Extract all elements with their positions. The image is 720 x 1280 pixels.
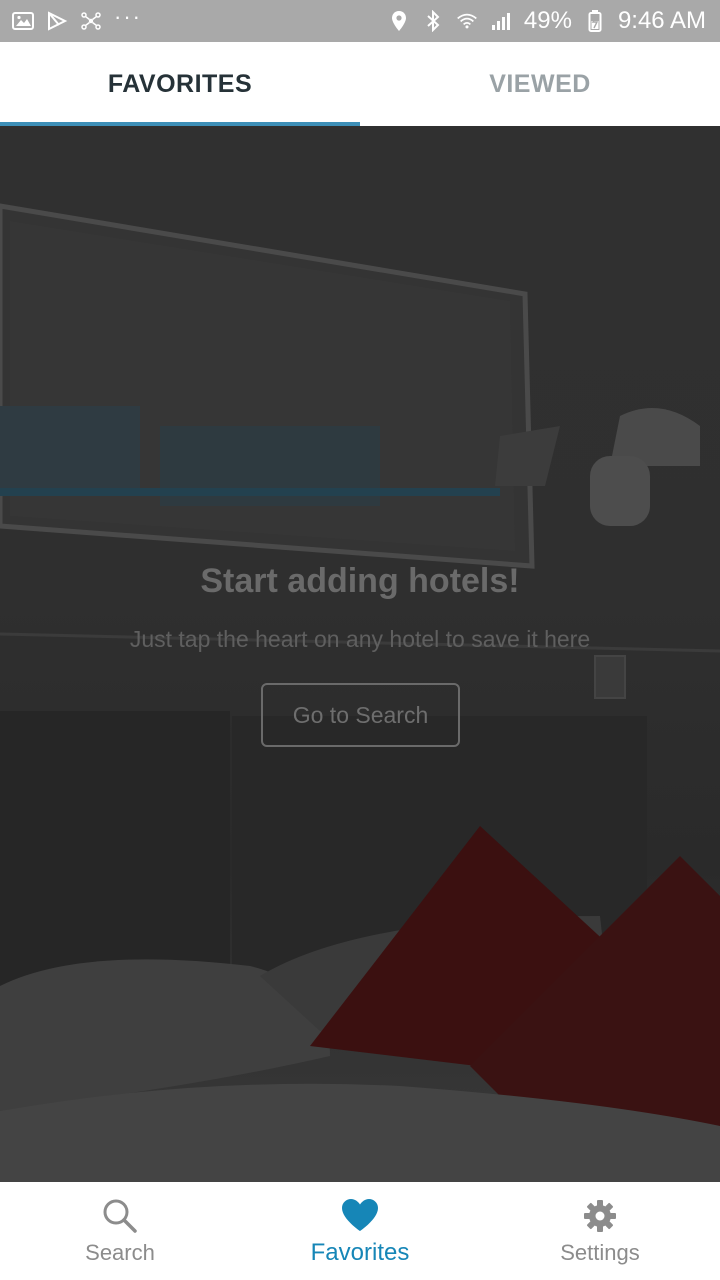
wifi-icon	[456, 10, 478, 32]
clock: 9:46 AM	[617, 7, 706, 34]
tab-viewed-label: VIEWED	[489, 69, 591, 98]
status-left: ···	[12, 6, 142, 32]
empty-state-hero: Start adding hotels! Just tap the heart …	[0, 126, 720, 1182]
gear-icon	[580, 1196, 620, 1236]
battery-percent: 49%	[523, 7, 572, 34]
nav-item-settings[interactable]: Settings	[480, 1182, 720, 1280]
empty-state-subtitle: Just tap the heart on any hotel to save …	[129, 626, 591, 652]
location-icon	[388, 10, 410, 32]
nav-label-search: Search	[85, 1240, 155, 1265]
search-icon	[100, 1196, 140, 1236]
network-icon	[80, 10, 102, 32]
tab-favorites[interactable]: FAVORITES	[0, 42, 360, 126]
tab-viewed[interactable]: VIEWED	[360, 42, 720, 126]
nav-item-favorites[interactable]: Favorites	[240, 1182, 480, 1280]
tab-favorites-label: FAVORITES	[107, 69, 253, 98]
bluetooth-icon	[422, 10, 444, 32]
more-dots-icon: ···	[114, 4, 142, 29]
battery-icon	[584, 10, 606, 32]
nav-label-settings: Settings	[560, 1240, 640, 1265]
bottom-nav: Search Favorites Settings	[0, 1182, 720, 1280]
play-store-icon	[46, 10, 68, 32]
status-right: 49% 9:46 AM	[388, 7, 706, 35]
gallery-icon	[12, 10, 34, 32]
status-bar: ··· 49% 9:46 AM	[0, 0, 720, 42]
nav-label-favorites: Favorites	[310, 1239, 410, 1266]
top-tabs: FAVORITES VIEWED	[0, 42, 720, 126]
signal-icon	[490, 10, 512, 32]
nav-item-search[interactable]: Search	[0, 1182, 240, 1280]
heart-icon	[340, 1195, 380, 1235]
empty-state-title: Start adding hotels!	[200, 562, 520, 600]
go-to-search-button[interactable]: Go to Search	[261, 683, 460, 747]
hotel-room-background	[0, 203, 720, 1182]
